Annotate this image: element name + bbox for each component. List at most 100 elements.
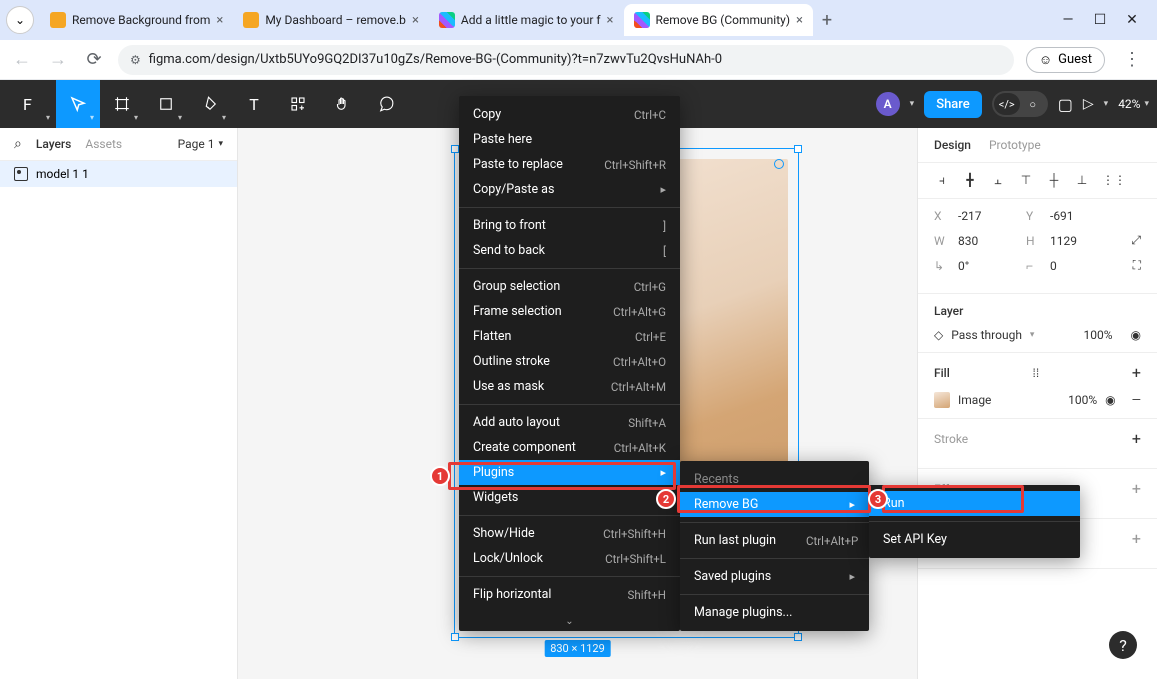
add-fill-button[interactable]: + bbox=[1132, 363, 1141, 382]
add-export-button[interactable]: + bbox=[1132, 529, 1141, 548]
x-input[interactable]: -217 bbox=[958, 209, 1016, 223]
url-field[interactable]: ⚙ figma.com/design/Uxtb5UYo9GQ2DI37u10gZ… bbox=[118, 45, 1014, 75]
h-input[interactable]: 1129 bbox=[1050, 234, 1108, 248]
present-button[interactable]: ▷ bbox=[1083, 96, 1094, 112]
close-icon[interactable]: × bbox=[216, 13, 223, 28]
ctx-flip-h[interactable]: Flip horizontalShift+H bbox=[459, 582, 680, 607]
constrain-proportions-icon[interactable]: ⤢ bbox=[1131, 233, 1141, 248]
fill-options-icon[interactable]: ⁞⁞ bbox=[1033, 366, 1040, 380]
w-input[interactable]: 830 bbox=[958, 234, 1016, 248]
page-selector[interactable]: Page 1▾ bbox=[178, 137, 223, 151]
fill-swatch[interactable] bbox=[934, 392, 950, 408]
move-tool[interactable]: ▾ bbox=[56, 80, 100, 128]
independent-corners-icon[interactable]: ⛶ bbox=[1133, 258, 1141, 273]
share-button[interactable]: Share bbox=[924, 91, 982, 118]
ctx-lock-unlock[interactable]: Lock/UnlockCtrl+Shift+L bbox=[459, 546, 680, 571]
layers-tab[interactable]: Layers bbox=[36, 137, 72, 151]
ctx-copy[interactable]: CopyCtrl+C bbox=[459, 102, 680, 127]
minimize-icon[interactable]: — bbox=[1061, 12, 1075, 28]
close-icon[interactable]: × bbox=[796, 13, 803, 28]
shape-tool[interactable]: ▾ bbox=[144, 80, 188, 128]
visibility-icon[interactable]: ◉ bbox=[1131, 328, 1141, 342]
resize-handle-br[interactable] bbox=[794, 633, 802, 641]
plugin-saved[interactable]: Saved plugins▸ bbox=[680, 564, 869, 589]
ctx-use-mask[interactable]: Use as maskCtrl+Alt+M bbox=[459, 374, 680, 399]
back-button[interactable]: ← bbox=[10, 49, 34, 70]
search-icon[interactable]: ⌕ bbox=[14, 136, 22, 152]
align-bottom-icon[interactable]: ⊥ bbox=[1074, 173, 1090, 188]
site-settings-icon[interactable]: ⚙ bbox=[130, 53, 141, 67]
ctx-bring-front[interactable]: Bring to front] bbox=[459, 213, 680, 238]
ctx-outline-stroke[interactable]: Outline strokeCtrl+Alt+O bbox=[459, 349, 680, 374]
align-left-icon[interactable]: ⫞ bbox=[934, 173, 950, 188]
resize-handle-tl[interactable] bbox=[451, 145, 459, 153]
pen-tool[interactable]: ▾ bbox=[188, 80, 232, 128]
ctx-more-icon[interactable]: ⌄ bbox=[565, 616, 573, 627]
maximize-icon[interactable]: ☐ bbox=[1093, 12, 1107, 28]
blend-mode-select[interactable]: Pass through bbox=[951, 328, 1022, 342]
opacity-input[interactable]: 100% bbox=[1083, 328, 1112, 342]
user-avatar[interactable]: A bbox=[876, 92, 900, 116]
present-chevron-icon[interactable]: ▾ bbox=[1104, 99, 1109, 109]
browser-menu-button[interactable]: ⋮ bbox=[1117, 49, 1147, 70]
fill-visibility-icon[interactable]: ◉ bbox=[1105, 393, 1115, 407]
prototype-tab[interactable]: Prototype bbox=[989, 138, 1041, 152]
dev-mode-toggle[interactable]: </> ○ bbox=[992, 91, 1048, 117]
fill-type[interactable]: Image bbox=[958, 393, 991, 407]
fill-opacity[interactable]: 100% bbox=[1068, 393, 1097, 407]
resize-handle-bl[interactable] bbox=[451, 633, 459, 641]
avatar-chevron-icon[interactable]: ▾ bbox=[910, 99, 915, 109]
resize-handle-tr[interactable] bbox=[794, 145, 802, 153]
hand-tool[interactable] bbox=[320, 80, 364, 128]
profile-chip[interactable]: ☺ Guest bbox=[1026, 47, 1105, 73]
distribute-icon[interactable]: ⋮⋮ bbox=[1102, 173, 1118, 188]
tabs-dropdown[interactable]: ⌄ bbox=[6, 6, 34, 34]
align-vcenter-icon[interactable]: ┼ bbox=[1046, 173, 1062, 188]
assets-tab[interactable]: Assets bbox=[85, 137, 122, 151]
library-icon[interactable]: ▢ bbox=[1058, 95, 1073, 114]
radius-input[interactable]: 0 bbox=[1050, 259, 1108, 273]
plugin-remove-bg[interactable]: Remove BG▸ bbox=[680, 492, 869, 517]
plugin-run-last[interactable]: Run last pluginCtrl+Alt+P bbox=[680, 528, 869, 553]
align-top-icon[interactable]: ⊤ bbox=[1018, 173, 1034, 188]
ctx-auto-layout[interactable]: Add auto layoutShift+A bbox=[459, 410, 680, 435]
design-tab[interactable]: Design bbox=[934, 138, 971, 152]
layer-row-selected[interactable]: model 1 1 bbox=[0, 161, 237, 187]
plugin-manage[interactable]: Manage plugins... bbox=[680, 600, 869, 625]
align-right-icon[interactable]: ⫠ bbox=[990, 173, 1006, 188]
add-stroke-button[interactable]: + bbox=[1132, 429, 1141, 448]
rotation-handle-icon[interactable] bbox=[774, 159, 784, 169]
browser-tab-2[interactable]: Add a little magic to your f × bbox=[429, 4, 624, 36]
ctx-plugins[interactable]: Plugins▸ bbox=[459, 460, 680, 485]
figma-menu-button[interactable]: F▾ bbox=[8, 80, 56, 128]
remove-fill-icon[interactable]: — bbox=[1132, 393, 1141, 407]
ctx-show-hide[interactable]: Show/HideCtrl+Shift+H bbox=[459, 521, 680, 546]
comment-tool[interactable] bbox=[364, 80, 408, 128]
ctx-create-component[interactable]: Create componentCtrl+Alt+K bbox=[459, 435, 680, 460]
ctx-group[interactable]: Group selectionCtrl+G bbox=[459, 274, 680, 299]
ctx-frame[interactable]: Frame selectionCtrl+Alt+G bbox=[459, 299, 680, 324]
y-input[interactable]: -691 bbox=[1050, 209, 1108, 223]
help-button[interactable]: ? bbox=[1109, 631, 1137, 659]
removebg-set-api-key[interactable]: Set API Key bbox=[869, 527, 1080, 552]
browser-tab-3[interactable]: Remove BG (Community) × bbox=[624, 4, 813, 36]
close-icon[interactable]: × bbox=[607, 13, 614, 28]
close-icon[interactable]: × bbox=[412, 13, 419, 28]
ctx-send-back[interactable]: Send to back[ bbox=[459, 238, 680, 263]
close-window-icon[interactable]: ✕ bbox=[1125, 12, 1139, 28]
ctx-paste-here[interactable]: Paste here bbox=[459, 127, 680, 152]
reload-button[interactable]: ⟳ bbox=[82, 49, 106, 70]
ctx-widgets[interactable]: Widgets▸ bbox=[459, 485, 680, 510]
text-tool[interactable]: T bbox=[232, 80, 276, 128]
ctx-copy-paste-as[interactable]: Copy/Paste as▸ bbox=[459, 177, 680, 202]
browser-tab-0[interactable]: Remove Background from × bbox=[40, 4, 233, 36]
resources-tool[interactable] bbox=[276, 80, 320, 128]
zoom-control[interactable]: 42%▾ bbox=[1118, 97, 1149, 111]
ctx-paste-replace[interactable]: Paste to replaceCtrl+Shift+R bbox=[459, 152, 680, 177]
add-effect-button[interactable]: + bbox=[1132, 479, 1141, 498]
align-hcenter-icon[interactable]: ╋ bbox=[962, 173, 978, 188]
forward-button[interactable]: → bbox=[46, 49, 70, 70]
ctx-flatten[interactable]: FlattenCtrl+E bbox=[459, 324, 680, 349]
new-tab-button[interactable]: + bbox=[813, 10, 841, 31]
browser-tab-1[interactable]: My Dashboard – remove.b × bbox=[233, 4, 429, 36]
